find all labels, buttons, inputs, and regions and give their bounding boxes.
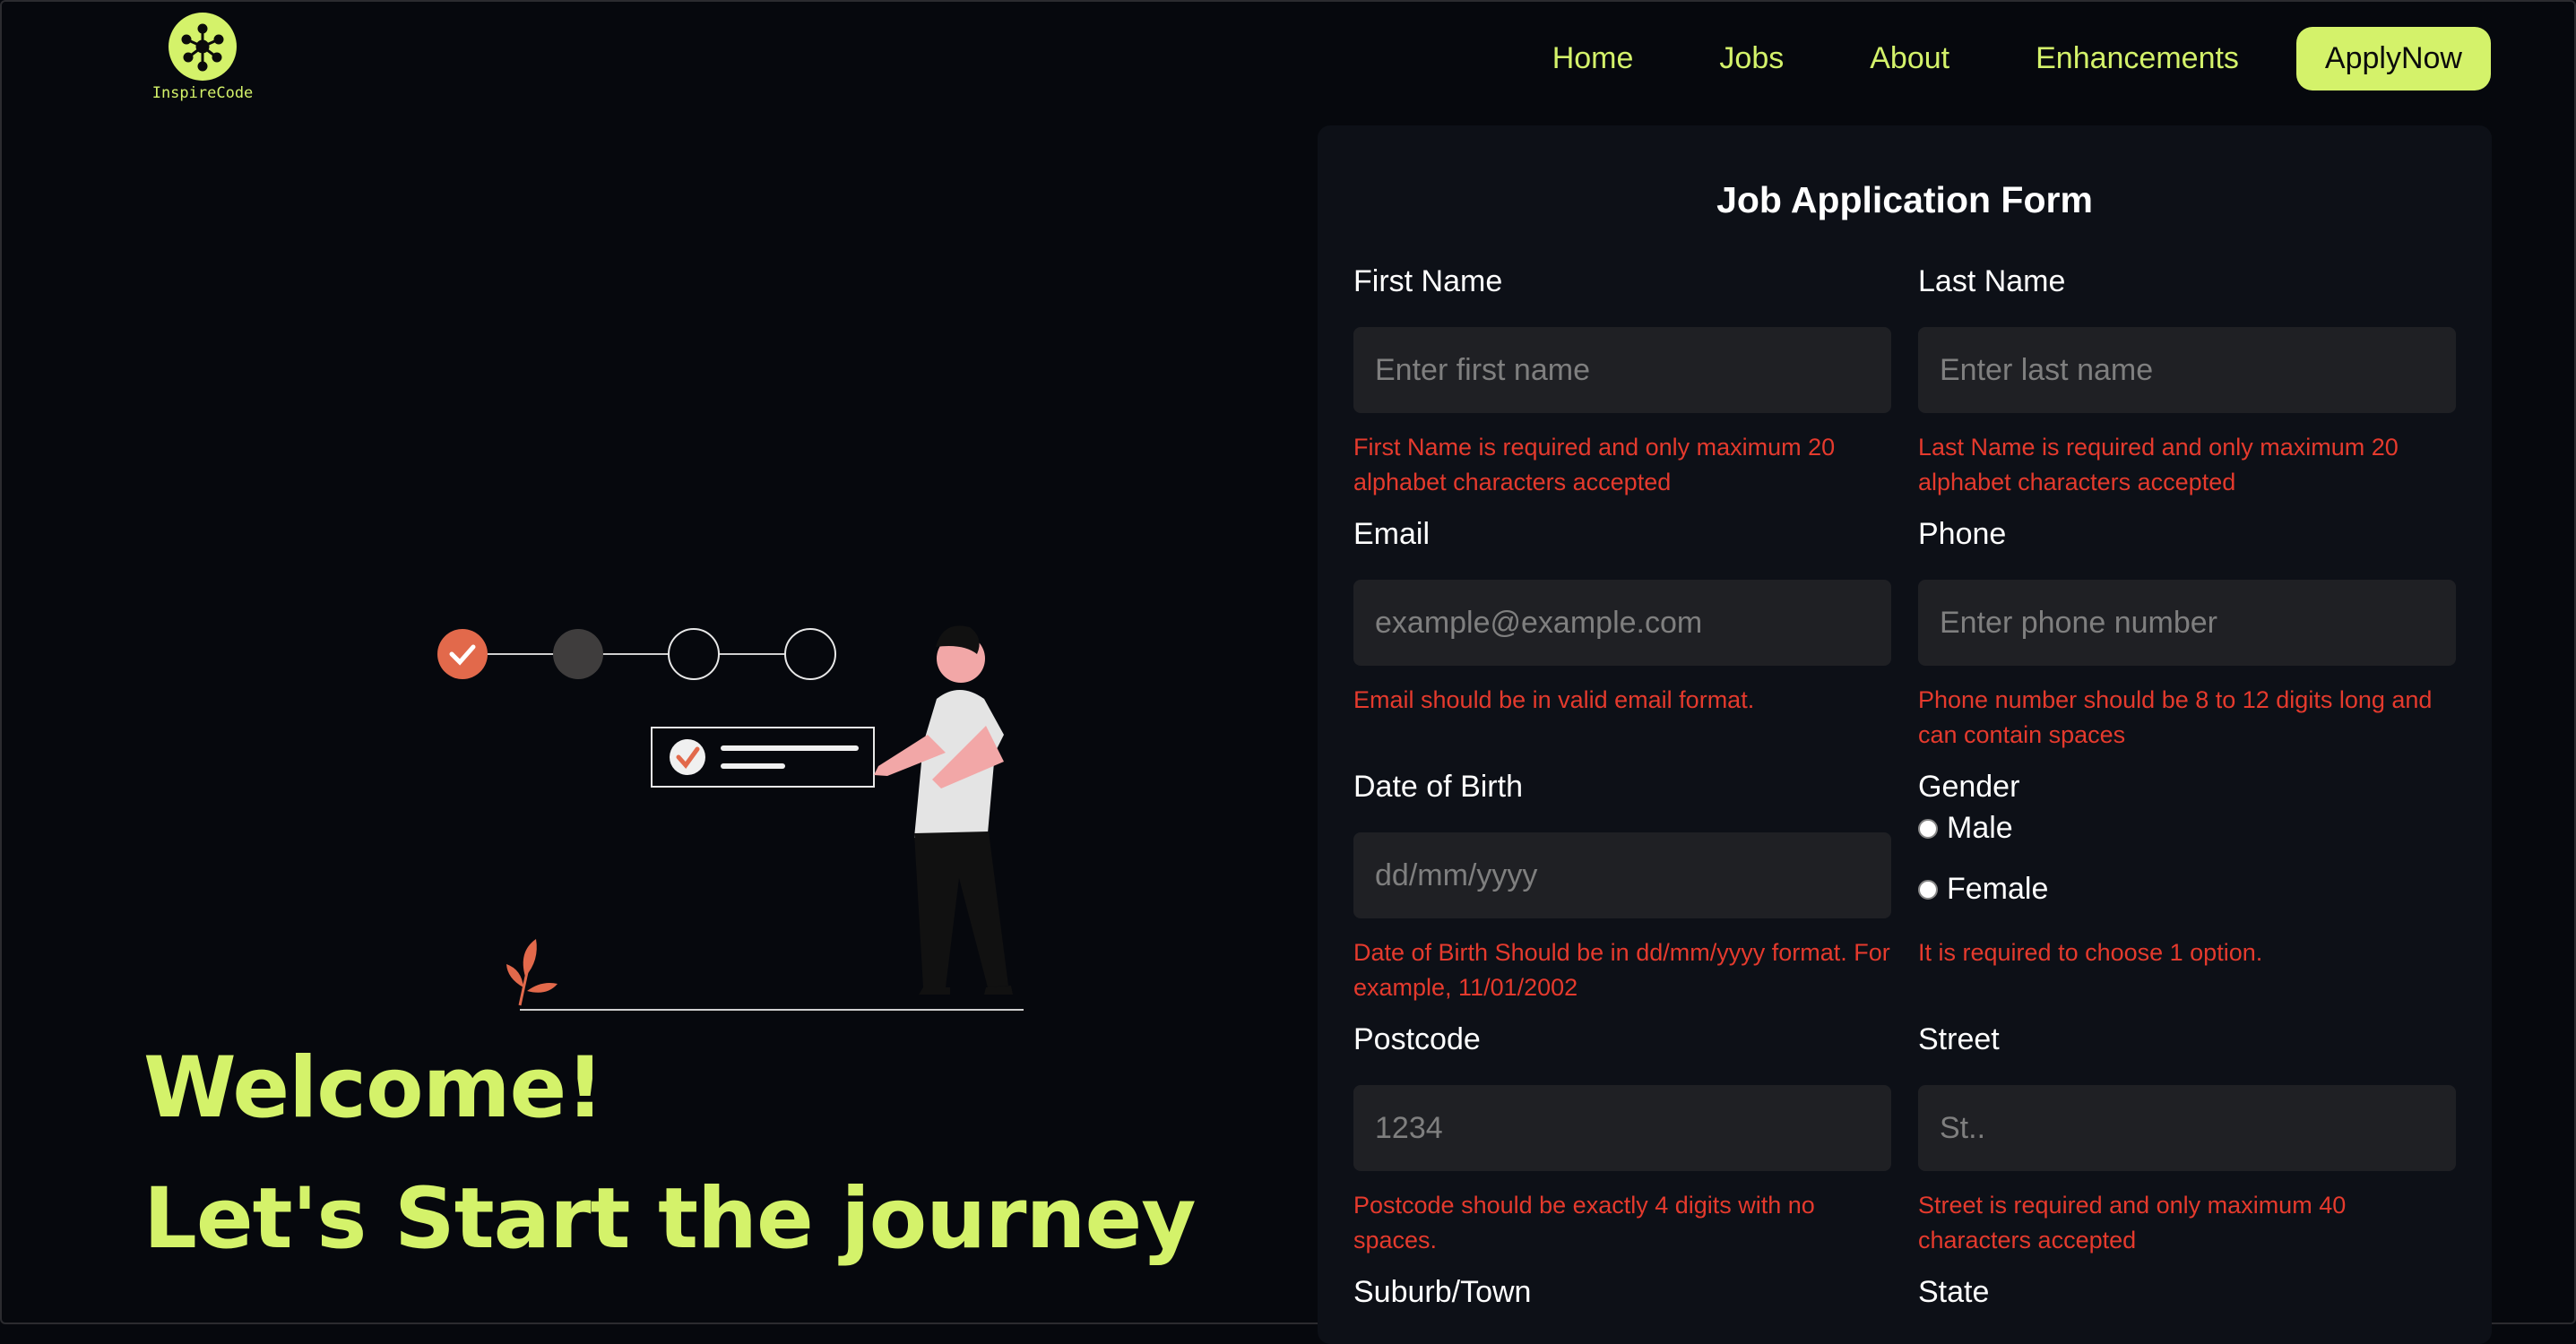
nav-home[interactable]: Home — [1552, 41, 1634, 76]
gender-error: It is required to choose 1 option. — [1918, 939, 2263, 966]
postcode-input[interactable] — [1353, 1085, 1891, 1171]
email-error: Email should be in valid email format. — [1353, 686, 1755, 713]
nav-enhancements[interactable]: Enhancements — [2036, 41, 2239, 76]
last-name-label: Last Name — [1918, 264, 2066, 298]
main-nav: Home Jobs About Enhancements ApplyNow — [1466, 27, 2491, 90]
street-label: Street — [1918, 1022, 2000, 1056]
apply-now-button[interactable]: ApplyNow — [2295, 27, 2491, 90]
first-name-label: First Name — [1353, 264, 1503, 298]
logo-text: InspireCode — [151, 84, 254, 102]
radio-button[interactable] — [1918, 879, 1938, 900]
email-label: Email — [1353, 517, 1431, 551]
phone-input[interactable] — [1918, 580, 2456, 666]
hero-subtitle: Let's Start the journey — [143, 1170, 1196, 1268]
dob-error: Date of Birth Should be in dd/mm/yyyy fo… — [1353, 939, 1890, 1001]
network-icon — [169, 13, 237, 81]
gender-label: Gender — [1918, 770, 2020, 804]
hero-welcome: Welcome! — [143, 1039, 604, 1137]
job-application-form: Job Application Form First Name First Na… — [1318, 125, 2492, 1344]
state-label: State — [1918, 1275, 1990, 1309]
dob-input[interactable] — [1353, 832, 1891, 918]
phone-error: Phone number should be 8 to 12 digits lo… — [1918, 686, 2433, 748]
radio-button[interactable] — [1918, 818, 1938, 839]
gender-female-label: Female — [1947, 872, 2049, 906]
phone-label: Phone — [1918, 517, 2007, 551]
street-input[interactable] — [1918, 1085, 2456, 1171]
nav-jobs[interactable]: Jobs — [1719, 41, 1784, 76]
onboarding-illustration — [421, 618, 1049, 1025]
email-input[interactable] — [1353, 580, 1891, 666]
gender-male-option[interactable]: Male — [1918, 811, 2013, 846]
first-name-error: First Name is required and only maximum … — [1353, 434, 1836, 495]
last-name-input[interactable] — [1918, 327, 2456, 413]
nav-about[interactable]: About — [1870, 41, 1949, 76]
logo[interactable]: InspireCode — [149, 13, 256, 102]
postcode-label: Postcode — [1353, 1022, 1481, 1056]
dob-label: Date of Birth — [1353, 770, 1523, 804]
gender-female-option[interactable]: Female — [1918, 872, 2048, 907]
suburb-label: Suburb/Town — [1353, 1275, 1532, 1309]
last-name-error: Last Name is required and only maximum 2… — [1918, 434, 2399, 495]
form-title: Job Application Form — [1716, 179, 2093, 220]
gender-male-label: Male — [1947, 811, 2013, 845]
postcode-error: Postcode should be exactly 4 digits with… — [1353, 1192, 1815, 1254]
street-error: Street is required and only maximum 40 c… — [1918, 1192, 2347, 1254]
first-name-input[interactable] — [1353, 327, 1891, 413]
